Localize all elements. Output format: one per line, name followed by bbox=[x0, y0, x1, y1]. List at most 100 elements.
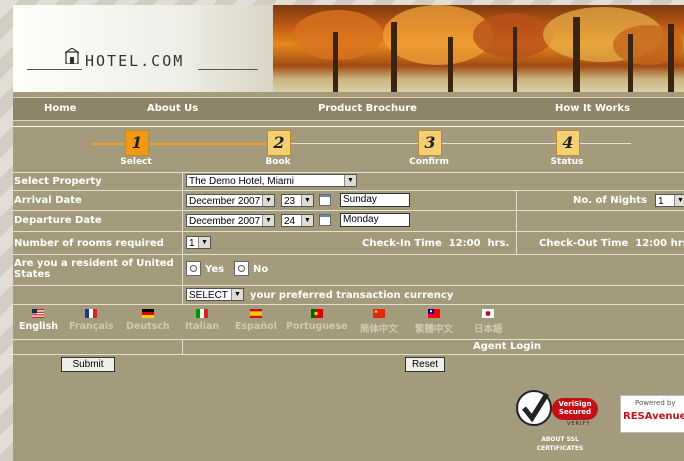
resident-label: Are you a resident of United States bbox=[14, 258, 174, 280]
resident-yes-label: Yes bbox=[205, 264, 225, 275]
step-2-label: Book bbox=[265, 157, 291, 167]
step-2-number: 2 bbox=[267, 130, 291, 156]
departure-day-select[interactable]: 24 ▼ bbox=[281, 214, 314, 227]
lang-japanese[interactable]: 日本語 bbox=[474, 309, 503, 335]
departure-weekday-field[interactable]: Monday bbox=[340, 213, 410, 227]
lang-traditional-chinese[interactable]: 繁體中文 bbox=[415, 309, 453, 335]
chevron-down-icon: ▼ bbox=[198, 237, 210, 248]
arrival-calendar-icon[interactable] bbox=[319, 194, 331, 206]
lang-italian[interactable]: Italian bbox=[185, 309, 219, 332]
step-3-label: Confirm bbox=[409, 157, 449, 167]
lang-espanol-label: Español bbox=[235, 321, 277, 332]
rooms-value: 1 bbox=[189, 238, 195, 249]
lang-traditional-chinese-label: 繁體中文 bbox=[415, 324, 454, 335]
nights-value: 1 bbox=[658, 196, 664, 207]
verisign-line2: Secured bbox=[558, 408, 592, 416]
arrival-weekday-field[interactable]: Sunday bbox=[340, 193, 410, 207]
currency-select-value: SELECT bbox=[189, 290, 228, 301]
lang-portuguese[interactable]: Portuguese bbox=[286, 309, 348, 332]
steps-track-progress bbox=[91, 143, 281, 145]
checkin-time-text: Check-In Time 12:00 hrs. bbox=[362, 238, 510, 249]
step-1-number: 1 bbox=[125, 130, 149, 156]
spain-flag-icon bbox=[249, 309, 262, 318]
departure-day-value: 24 bbox=[284, 216, 296, 227]
verisign-verify: VERIFY bbox=[567, 421, 591, 427]
logo-area: HOTEL.COM bbox=[13, 5, 288, 92]
chevron-down-icon: ▼ bbox=[674, 195, 684, 206]
logo-rule-left bbox=[27, 69, 82, 70]
autumn-forest-photo bbox=[273, 5, 684, 92]
arrival-day-select[interactable]: 23 ▼ bbox=[281, 194, 314, 207]
verisign-line1: VeriSign bbox=[558, 400, 592, 408]
resavenue-badge[interactable]: Powered by RESAvenue bbox=[620, 395, 684, 433]
booking-page: HOTEL.COM Home About Us Product Brochure… bbox=[13, 5, 684, 461]
lang-francais[interactable]: Français bbox=[69, 309, 114, 332]
powered-by-text: Powered by bbox=[635, 399, 676, 407]
step-1-label: Select bbox=[120, 157, 152, 167]
nights-label: No. of Nights bbox=[573, 195, 648, 206]
lang-deutsch-label: Deutsch bbox=[126, 321, 170, 332]
about-ssl-line1: ABOUT SSL bbox=[541, 436, 579, 443]
germany-flag-icon bbox=[141, 309, 154, 318]
agent-login-link[interactable]: Agent Login bbox=[473, 341, 541, 352]
resident-no-label: No bbox=[253, 264, 269, 275]
lang-simplified-chinese-label: 简体中文 bbox=[360, 324, 399, 335]
select-property-label: Select Property bbox=[14, 176, 102, 187]
rooms-label: Number of rooms required bbox=[14, 238, 164, 249]
chevron-down-icon: ▼ bbox=[262, 215, 274, 226]
portugal-flag-icon bbox=[310, 309, 323, 318]
logo-text: HOTEL.COM bbox=[85, 52, 185, 70]
booking-steps: 1 Select 2 Book 3 Confirm 4 Status bbox=[13, 126, 684, 171]
verisign-badge[interactable]: VeriSign Secured VERIFY bbox=[515, 388, 601, 428]
nav-home[interactable]: Home bbox=[44, 103, 76, 114]
language-bar: English Français Deutsch Italian Español… bbox=[13, 304, 684, 339]
resident-no-radio[interactable] bbox=[234, 261, 249, 276]
us-flag-icon bbox=[32, 309, 45, 318]
currency-select[interactable]: SELECT ▼ bbox=[186, 288, 244, 301]
lang-english-label: English bbox=[19, 321, 58, 332]
arrival-day-value: 23 bbox=[284, 196, 296, 207]
departure-month-value: December 2007 bbox=[189, 216, 261, 227]
header-banner: HOTEL.COM bbox=[13, 5, 684, 92]
step-4-number: 4 bbox=[556, 130, 580, 156]
row-select-property: Select Property The Demo Hotel, Miami ▼ bbox=[13, 172, 684, 190]
chevron-down-icon: ▼ bbox=[301, 215, 313, 226]
row-currency: SELECT ▼ your preferred transaction curr… bbox=[13, 285, 684, 304]
about-ssl-link[interactable]: ABOUT SSL CERTIFICATES bbox=[525, 435, 595, 453]
resident-yes-radio[interactable] bbox=[186, 261, 201, 276]
lang-italian-label: Italian bbox=[185, 321, 220, 332]
reset-button[interactable]: Reset bbox=[405, 357, 445, 372]
rooms-select[interactable]: 1 ▼ bbox=[186, 236, 211, 249]
checkout-time-text: Check-Out Time 12:00 hrs bbox=[539, 238, 684, 249]
taiwan-flag-icon bbox=[428, 309, 440, 318]
departure-calendar-icon[interactable] bbox=[319, 214, 331, 226]
lang-english[interactable]: English bbox=[19, 309, 58, 332]
nav-about-us[interactable]: About Us bbox=[147, 103, 198, 114]
lang-deutsch[interactable]: Deutsch bbox=[126, 309, 170, 332]
lang-japanese-label: 日本語 bbox=[474, 324, 503, 335]
france-flag-icon bbox=[85, 309, 98, 318]
submit-button[interactable]: Submit bbox=[61, 357, 115, 372]
resavenue-logo: RESAvenue bbox=[623, 411, 684, 422]
chevron-down-icon: ▼ bbox=[262, 195, 274, 206]
property-select-value: The Demo Hotel, Miami bbox=[189, 176, 295, 187]
nights-select[interactable]: 1 ▼ bbox=[655, 194, 684, 207]
main-nav: Home About Us Product Brochure How It Wo… bbox=[13, 97, 684, 121]
lang-francais-label: Français bbox=[69, 321, 114, 332]
site-logo[interactable]: HOTEL.COM bbox=[65, 48, 185, 70]
departure-month-select[interactable]: December 2007 ▼ bbox=[186, 214, 275, 227]
nav-product-brochure[interactable]: Product Brochure bbox=[318, 103, 417, 114]
lang-portuguese-label: Portuguese bbox=[286, 321, 348, 332]
nav-how-it-works[interactable]: How It Works bbox=[555, 103, 630, 114]
row-resident: Are you a resident of United States Yes … bbox=[13, 254, 684, 285]
japan-flag-icon bbox=[482, 309, 495, 318]
lang-espanol[interactable]: Español bbox=[235, 309, 277, 332]
lang-simplified-chinese[interactable]: 简体中文 bbox=[360, 309, 398, 335]
row-agent-login: Agent Login bbox=[13, 339, 684, 355]
arrival-month-select[interactable]: December 2007 ▼ bbox=[186, 194, 275, 207]
departure-date-label: Departure Date bbox=[14, 215, 102, 226]
property-select[interactable]: The Demo Hotel, Miami ▼ bbox=[186, 174, 357, 187]
step-4-label: Status bbox=[550, 157, 584, 167]
chevron-down-icon: ▼ bbox=[301, 195, 313, 206]
currency-text: your preferred transaction currency bbox=[250, 290, 454, 301]
